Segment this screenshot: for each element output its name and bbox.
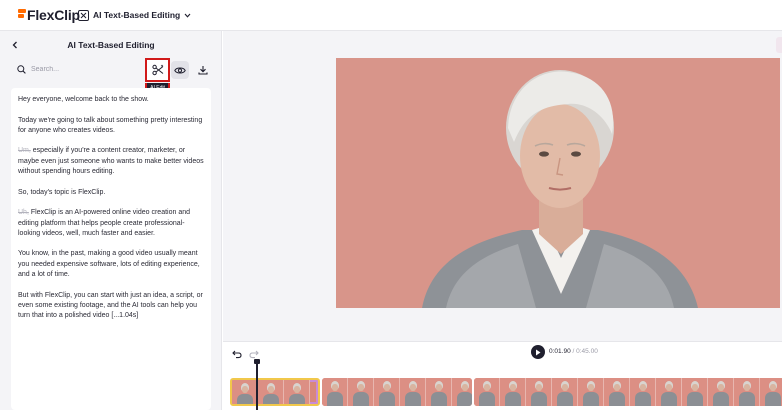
transcript-paragraph[interactable]: Um, especially if you're a content creat… (18, 146, 204, 177)
transcript-sentence[interactable]: You know, in the past, making a good vid… (18, 250, 200, 278)
clip-thumbnail (760, 378, 782, 406)
side-panel-handle[interactable] (776, 37, 782, 53)
filler-word[interactable]: Um, (18, 147, 31, 154)
flexclip-logo[interactable]: FlexClip (18, 7, 80, 23)
clip-thumbnail (258, 380, 284, 404)
clip-thumbnail (526, 378, 552, 406)
play-button[interactable] (531, 345, 545, 359)
transcript-panel: AI Text-Based Editing AI Edit Hey everyo… (0, 31, 222, 410)
ai-edit-button[interactable] (145, 58, 170, 82)
tool-name: AI Text-Based Editing (93, 10, 181, 20)
top-bar: FlexClip AI Text-Based Editing (0, 0, 782, 31)
panel-header: AI Text-Based Editing (0, 31, 222, 59)
tool-switcher[interactable]: AI Text-Based Editing (78, 7, 191, 23)
transcript-paragraph[interactable]: But with FlexClip, you can start with ju… (18, 291, 204, 322)
clip-thumbnail (452, 378, 472, 406)
presenter-video-image (336, 58, 780, 308)
clip-thumbnail (474, 378, 500, 406)
clip-thumbnail (232, 380, 258, 404)
search-icon (17, 65, 26, 74)
transcript-paragraph[interactable]: You know, in the past, making a good vid… (18, 249, 204, 280)
clip-thumbnail (682, 378, 708, 406)
search-input[interactable] (31, 66, 131, 73)
clip-thumbnail (734, 378, 760, 406)
transcript-paragraph[interactable]: Today we're going to talk about somethin… (18, 116, 204, 137)
playhead[interactable] (256, 363, 258, 410)
clip-thumbnail (374, 378, 400, 406)
preview-button[interactable] (171, 61, 189, 79)
download-button[interactable] (195, 61, 211, 79)
undo-button[interactable] (232, 346, 242, 359)
transcript-paragraph[interactable]: So, today's topic is FlexClip. (18, 188, 204, 198)
transcript-sentence[interactable]: So, today's topic is FlexClip. (18, 189, 105, 196)
transcript-sentence[interactable]: Hey everyone, welcome back to the show. (18, 96, 149, 103)
redo-icon (249, 350, 259, 359)
undo-icon (232, 350, 242, 359)
total-time: 0:45.00 (576, 348, 598, 355)
clip-thumbnail (284, 380, 310, 404)
timeline-clip-1[interactable] (230, 378, 320, 406)
current-time: 0:01.90 (549, 348, 571, 355)
timeline-clip-3[interactable] (474, 378, 782, 406)
clip-thumbnail (708, 378, 734, 406)
clip-thumbnail (400, 378, 426, 406)
scissors-icon (151, 64, 163, 76)
time-separator: / (572, 348, 575, 355)
clip-thumbnail (348, 378, 374, 406)
search-box[interactable] (11, 61, 142, 78)
transcript-sentence[interactable]: FlexClip is an AI-powered online video c… (18, 209, 190, 237)
eye-icon (174, 67, 186, 73)
playback-controls: 0:01.90 / 0:45.00 (223, 341, 782, 361)
flexclip-logo-icon (18, 8, 26, 22)
chevron-down-icon (184, 13, 191, 18)
clip-thumbnail (630, 378, 656, 406)
transcript-sentence[interactable]: But with FlexClip, you can start with ju… (18, 292, 203, 320)
download-icon (198, 66, 208, 75)
transcript-paragraph[interactable]: Hey everyone, welcome back to the show. (18, 95, 204, 105)
text-editing-icon (78, 9, 89, 21)
timeline[interactable] (223, 359, 782, 410)
play-icon (536, 349, 541, 355)
transcript-paragraph[interactable]: Uh, FlexClip is an AI-powered online vid… (18, 208, 204, 239)
clip-thumbnail (552, 378, 578, 406)
timeline-clip-2[interactable] (322, 378, 472, 406)
preview-stage (223, 31, 782, 341)
brand-name: FlexClip (27, 7, 80, 23)
clip-thumbnail (500, 378, 526, 406)
video-preview[interactable] (336, 58, 780, 308)
clip-thumbnail (426, 378, 452, 406)
transcript-text[interactable]: Hey everyone, welcome back to the show. T… (11, 88, 211, 410)
clip-thumbnail (322, 378, 348, 406)
clip-thumbnail (578, 378, 604, 406)
clip-thumbnail (656, 378, 682, 406)
filler-word[interactable]: Uh, (18, 209, 29, 216)
clip-thumbnail (604, 378, 630, 406)
transcript-sentence[interactable]: Today we're going to talk about somethin… (18, 117, 202, 134)
time-display: 0:01.90 / 0:45.00 (549, 348, 598, 355)
panel-title: AI Text-Based Editing (67, 40, 155, 50)
transcript-sentence[interactable]: especially if you're a content creator, … (18, 147, 204, 175)
redo-button[interactable] (249, 346, 259, 359)
